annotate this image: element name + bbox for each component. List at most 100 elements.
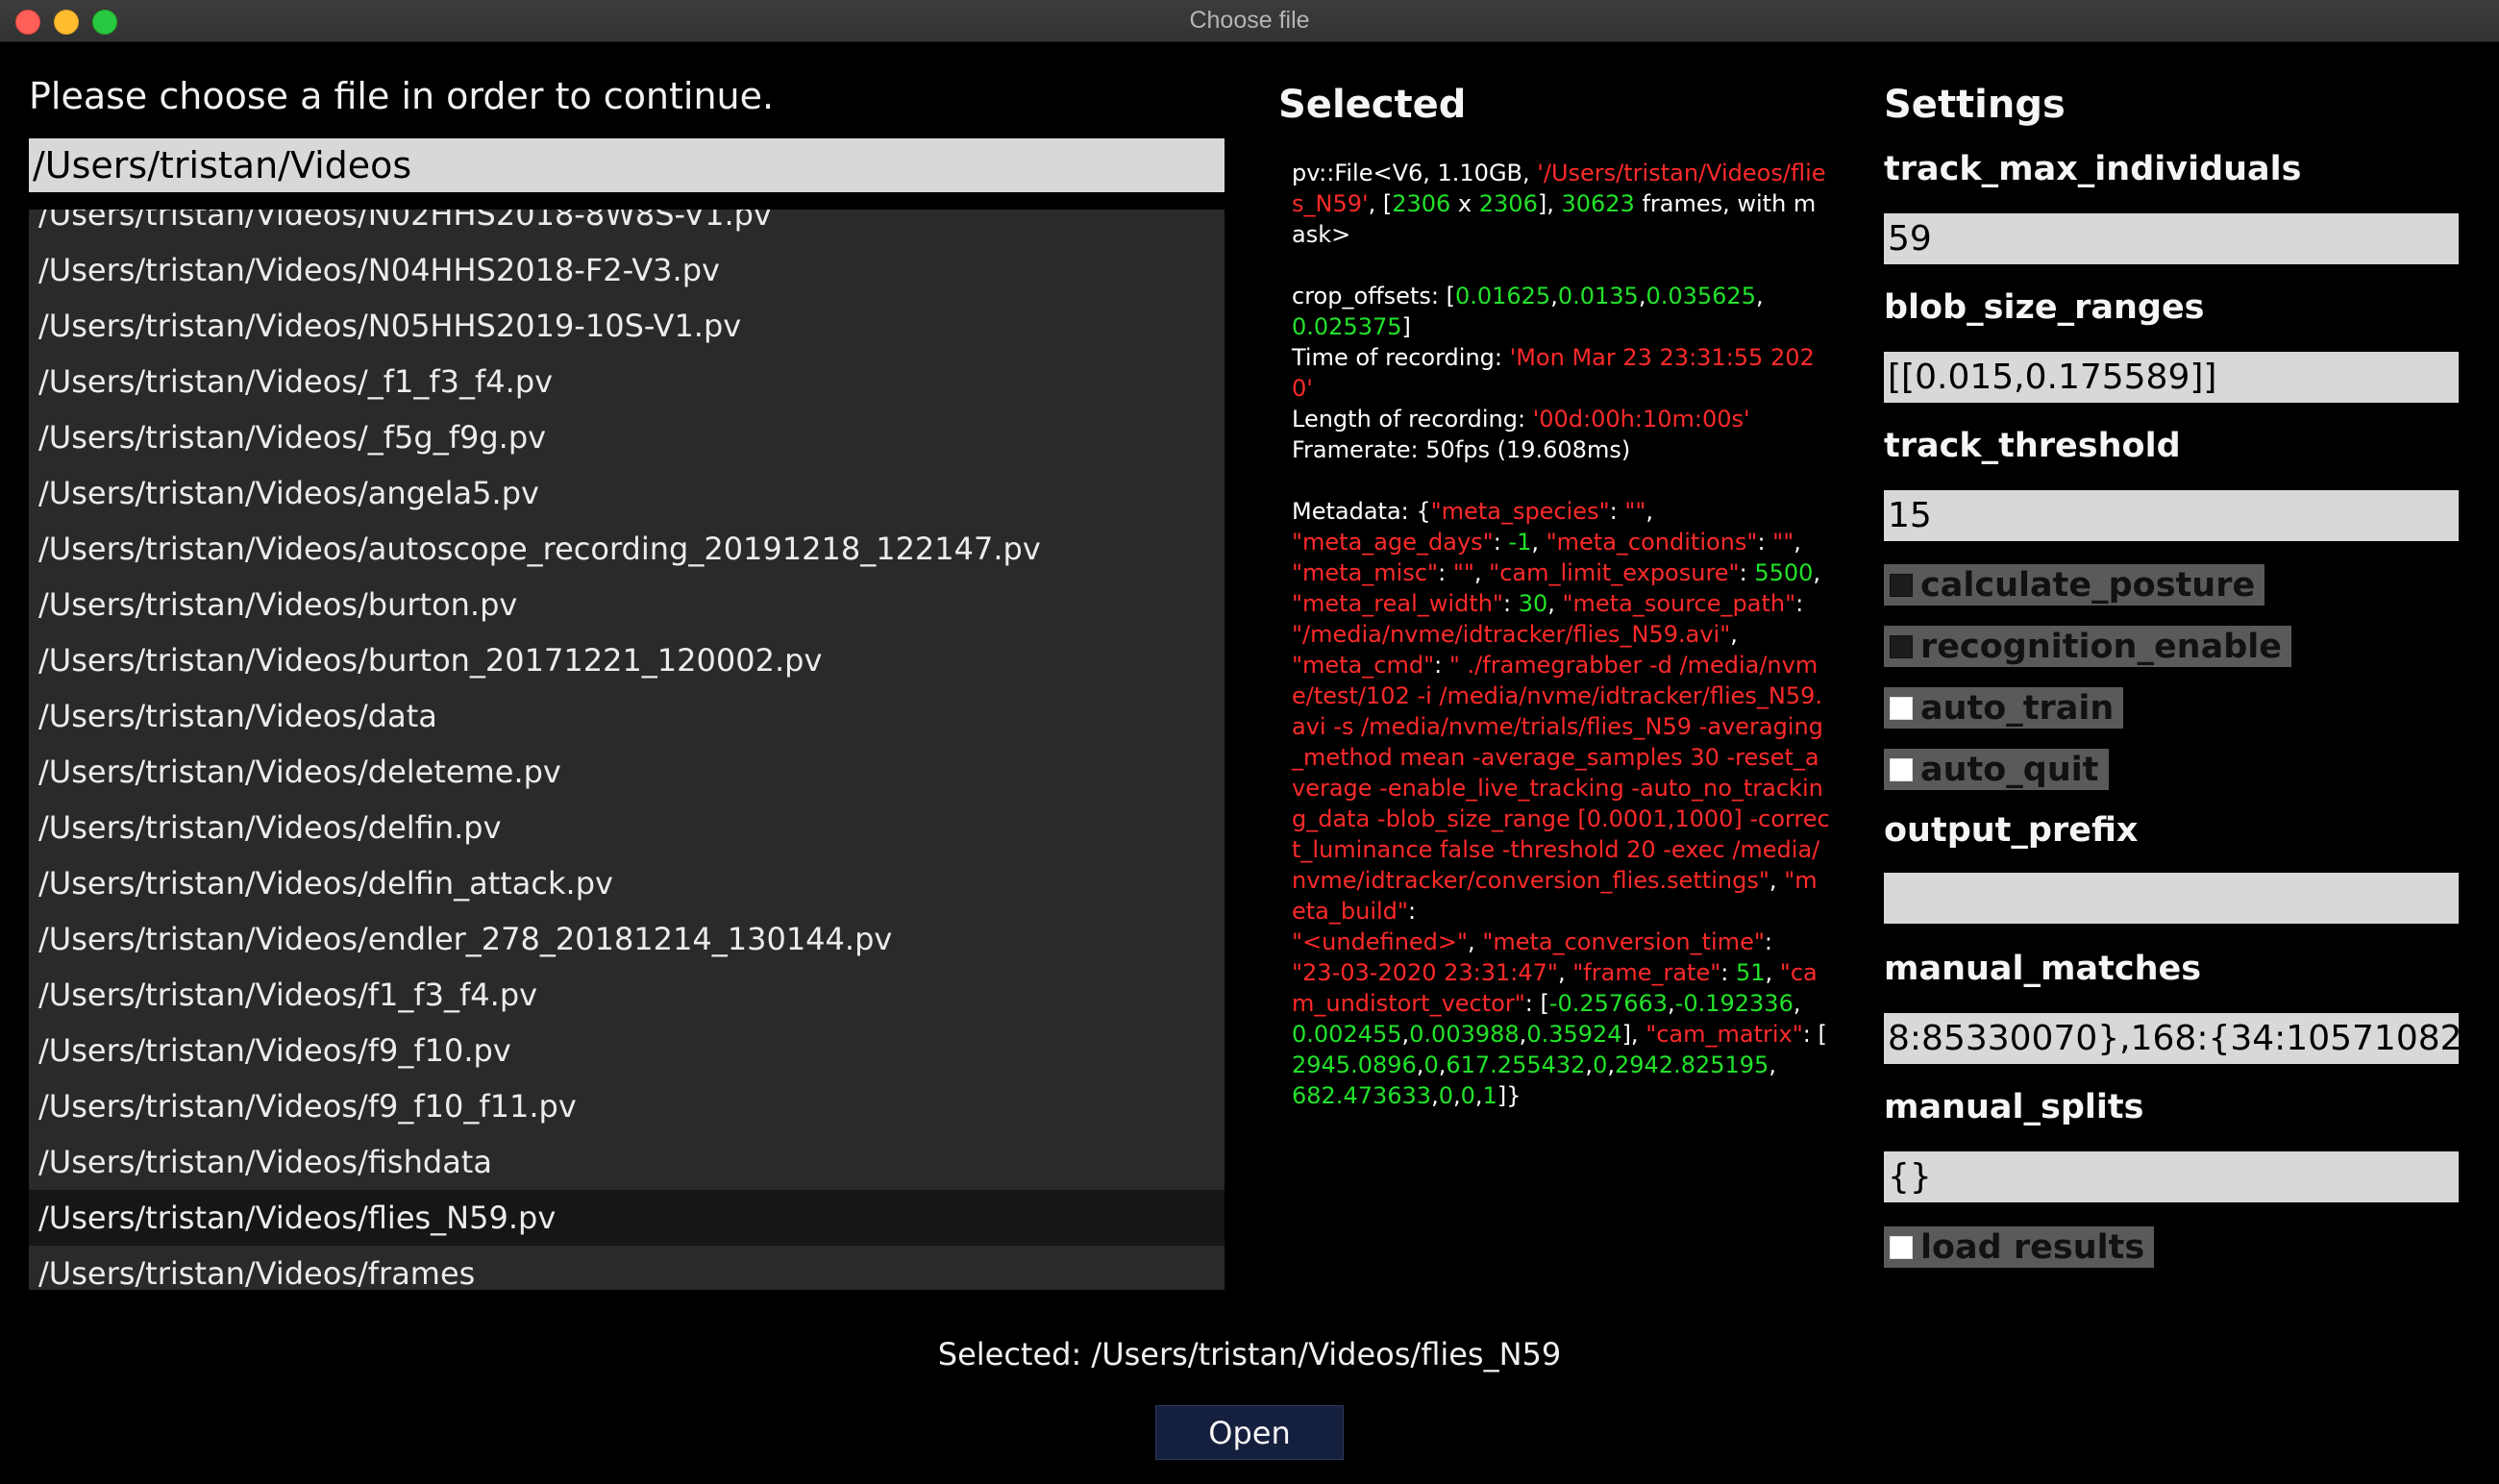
info-segment: ], — [1537, 190, 1562, 217]
info-segment: : — [1438, 559, 1453, 586]
info-segment: -0.192336 — [1674, 990, 1794, 1017]
info-segment: 5500 — [1754, 559, 1814, 586]
auto-quit-toggle[interactable]: auto_quit — [1884, 749, 2109, 790]
info-segment: "meta_age_days" — [1292, 529, 1494, 556]
calculate-posture-toggle[interactable]: calculate_posture — [1884, 564, 2265, 606]
manual-matches-label: manual_matches — [1884, 950, 2202, 988]
info-segment: , — [1668, 990, 1675, 1017]
info-segment: Length of recording: — [1292, 406, 1526, 433]
file-list-item[interactable]: /Users/tristan/Videos/N04HHS2018-F2-V3.p… — [29, 242, 1225, 298]
info-segment: "meta_real_width" — [1292, 590, 1503, 617]
file-list-item[interactable]: /Users/tristan/Videos/f9_f10_f11.pv — [29, 1078, 1225, 1134]
file-list-item[interactable]: /Users/tristan/Videos/endler_278_2018121… — [29, 911, 1225, 967]
track-threshold-input[interactable]: 15 — [1884, 490, 2459, 541]
auto-train-checkbox[interactable] — [1890, 696, 1913, 720]
file-list-item[interactable]: /Users/tristan/Videos/_f5g_f9g.pv — [29, 409, 1225, 465]
info-segment: : [ — [1802, 1021, 1827, 1048]
info-segment: , — [1793, 990, 1801, 1017]
settings-section-title: Settings — [1884, 83, 2066, 127]
info-segment: 617.255432 — [1446, 1051, 1586, 1078]
file-list-item[interactable]: /Users/tristan/Videos/delfin_attack.pv — [29, 855, 1225, 911]
manual-splits-input[interactable]: {} — [1884, 1151, 2459, 1202]
blob-size-ranges-label: blob_size_ranges — [1884, 288, 2205, 327]
auto-train-toggle[interactable]: auto_train — [1884, 687, 2124, 729]
title-bar: Choose file — [0, 0, 2499, 42]
file-list-content: /Users/tristan/Videos/N02HHS2018-8W8S-V1… — [29, 210, 1225, 1290]
info-segment: , — [1645, 498, 1654, 525]
calculate-posture-checkbox[interactable] — [1890, 573, 1913, 597]
info-segment: , — [1474, 1082, 1483, 1109]
info-segment: "meta_cmd" — [1292, 652, 1435, 679]
info-segment: , — [1607, 1051, 1615, 1078]
file-list-item[interactable]: /Users/tristan/Videos/N02HHS2018-8W8S-V1… — [29, 210, 1225, 242]
recognition-enable-checkbox[interactable] — [1890, 634, 1913, 658]
output-prefix-input[interactable] — [1884, 873, 2459, 924]
path-input[interactable]: /Users/tristan/Videos — [29, 138, 1225, 192]
file-list-item[interactable]: /Users/tristan/Videos/autoscope_recordin… — [29, 521, 1225, 577]
info-segment: , — [1468, 928, 1483, 955]
file-list-item[interactable]: /Users/tristan/Videos/angela5.pv — [29, 465, 1225, 521]
manual-matches-input[interactable]: 8:85330070},168:{34:105710824}} — [1884, 1013, 2459, 1064]
file-list-item[interactable]: /Users/tristan/Videos/f1_f3_f4.pv — [29, 967, 1225, 1023]
info-segment: , — [1531, 529, 1546, 556]
info-segment: , — [1755, 283, 1764, 309]
info-segment: "meta_conditions" — [1546, 529, 1758, 556]
auto-train-label: auto_train — [1920, 688, 2115, 728]
file-list-item[interactable]: /Users/tristan/Videos/f9_f10.pv — [29, 1023, 1225, 1078]
info-segment: , — [1730, 621, 1738, 648]
info-segment: x — [1450, 190, 1479, 217]
file-list-item[interactable]: /Users/tristan/Videos/fishdata — [29, 1134, 1225, 1190]
file-list-item-selected[interactable]: /Users/tristan/Videos/flies_N59.pv — [29, 1190, 1225, 1246]
info-segment: , — [1557, 959, 1573, 986]
info-segment: "meta_conversion_time" — [1482, 928, 1765, 955]
info-segment: : — [1609, 498, 1625, 525]
info-segment: "23-03-2020 23:31:47" — [1292, 959, 1558, 986]
info-segment: -0.257663 — [1548, 990, 1669, 1017]
load-results-checkbox[interactable] — [1890, 1235, 1913, 1259]
info-segment: , — [1769, 867, 1785, 894]
file-list-item[interactable]: /Users/tristan/Videos/delfin.pv — [29, 800, 1225, 855]
instruction-text: Please choose a file in order to continu… — [29, 75, 775, 117]
file-list-item[interactable]: /Users/tristan/Videos/deleteme.pv — [29, 744, 1225, 800]
file-list-item[interactable]: /Users/tristan/Videos/burton_20171221_12… — [29, 632, 1225, 688]
info-segment: : — [1407, 898, 1417, 925]
info-segment: 2942.825195 — [1614, 1051, 1769, 1078]
selected-file-label: Selected: /Users/tristan/Videos/flies_N5… — [937, 1336, 1562, 1373]
track-max-individuals-input[interactable]: 59 — [1884, 213, 2459, 264]
info-segment: 2306 — [1478, 190, 1538, 217]
info-segment: 0 — [1460, 1082, 1475, 1109]
info-segment: : — [1502, 590, 1519, 617]
info-segment: : [ — [1524, 990, 1549, 1017]
info-segment: 2945.0896 — [1292, 1051, 1417, 1078]
info-segment: "frame_rate" — [1572, 959, 1721, 986]
info-segment: 0.01625 — [1454, 283, 1551, 309]
blob-size-ranges-input[interactable]: [[0.015,0.175589]] — [1884, 352, 2459, 403]
info-segment: , — [1813, 559, 1821, 586]
info-segment: 1 — [1482, 1082, 1497, 1109]
info-segment: 0.025375 — [1292, 313, 1402, 340]
info-segment: 2306 — [1392, 190, 1451, 217]
track-max-individuals-label: track_max_individuals — [1884, 150, 2302, 188]
file-list-item[interactable]: /Users/tristan/Videos/data — [29, 688, 1225, 744]
file-list-item[interactable]: /Users/tristan/Videos/N05HHS2019-10S-V1.… — [29, 298, 1225, 354]
file-list[interactable]: /Users/tristan/Videos/N02HHS2018-8W8S-V1… — [29, 210, 1225, 1290]
info-segment: , — [1547, 590, 1563, 617]
calculate-posture-label: calculate_posture — [1920, 565, 2256, 605]
info-segment: "meta_source_path" — [1562, 590, 1796, 617]
recognition-enable-toggle[interactable]: recognition_enable — [1884, 626, 2292, 667]
file-list-item[interactable]: /Users/tristan/Videos/burton.pv — [29, 577, 1225, 632]
info-segment: , — [1585, 1051, 1594, 1078]
info-segment: : — [1795, 590, 1804, 617]
open-button[interactable]: Open — [1155, 1405, 1344, 1460]
info-segment: 30623 — [1561, 190, 1635, 217]
file-list-item[interactable]: /Users/tristan/Videos/frames — [29, 1246, 1225, 1290]
file-list-item[interactable]: /Users/tristan/Videos/_f1_f3_f4.pv — [29, 354, 1225, 409]
info-segment: 0.0135 — [1557, 283, 1639, 309]
info-segment: "meta_misc" — [1292, 559, 1439, 586]
auto-quit-checkbox[interactable] — [1890, 757, 1913, 781]
load-results-toggle[interactable]: load results — [1884, 1226, 2155, 1268]
selected-section-title: Selected — [1278, 83, 1467, 127]
info-segment: 0.002455 — [1292, 1021, 1402, 1048]
output-prefix-label: output_prefix — [1884, 811, 2139, 850]
manual-splits-label: manual_splits — [1884, 1088, 2144, 1126]
